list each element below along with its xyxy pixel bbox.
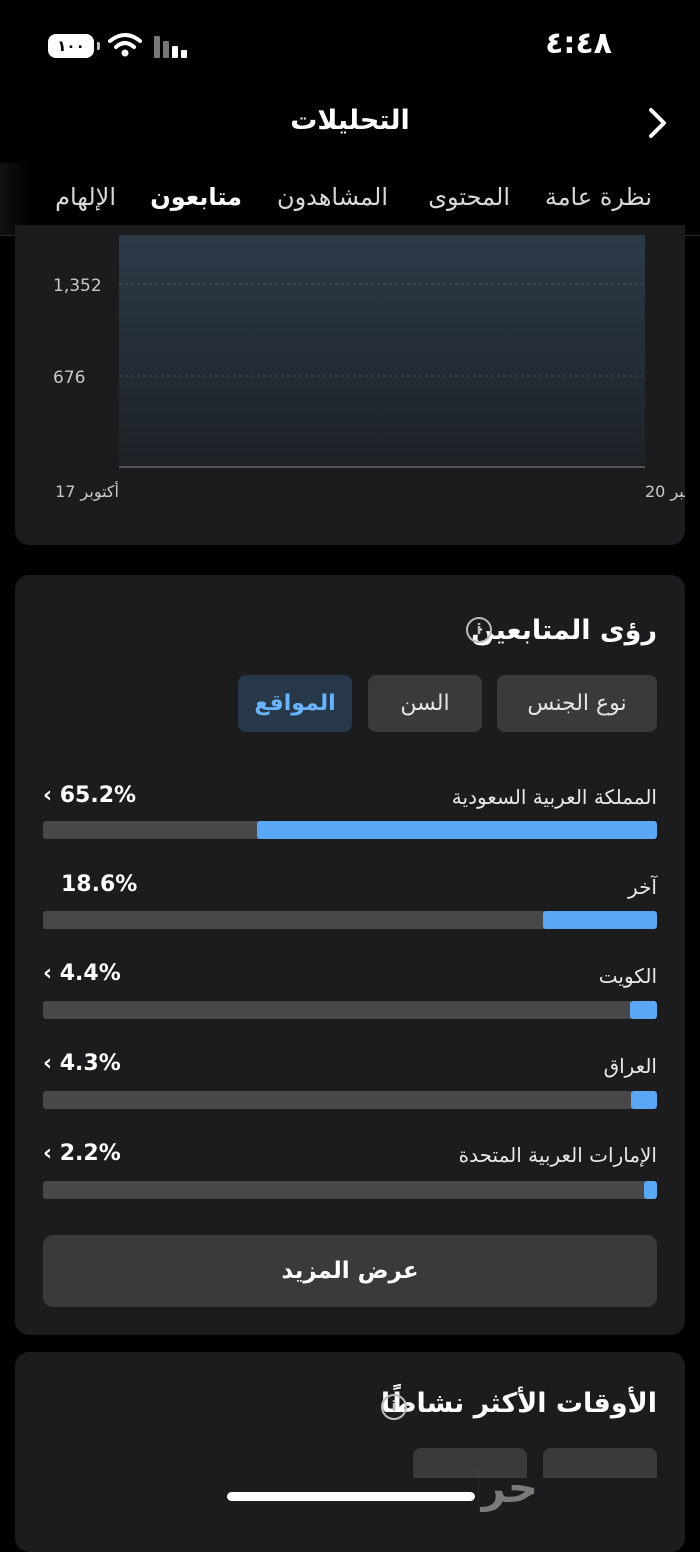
location-bar-track [43, 1001, 657, 1019]
status-bar: ١٠٠ ٤:٤٨ [0, 0, 700, 95]
tab-followers[interactable]: متابعون [150, 183, 242, 211]
status-time: ٤:٤٨ [545, 26, 612, 61]
tab-content[interactable]: المحتوى [428, 183, 510, 211]
follower-insights-title: رؤى المتابعين [471, 615, 657, 646]
header: التحليلات [0, 95, 700, 160]
y-tick-label: 676 [53, 368, 85, 388]
y-tick-label: 1,352 [53, 276, 102, 296]
segment-locations[interactable]: المواقع [238, 675, 352, 732]
battery-icon: ١٠٠ [48, 34, 100, 58]
back-button[interactable] [642, 103, 672, 143]
chevron-left-icon: ‹ [43, 783, 60, 808]
home-indicator [227, 1492, 475, 1501]
segment-gender[interactable]: نوع الجنس [497, 675, 657, 732]
location-bar-fill [542, 911, 657, 929]
page-title: التحليلات [290, 105, 410, 136]
wifi-icon [108, 33, 142, 57]
segment-age[interactable]: السن [368, 675, 482, 732]
battery-level: ١٠٠ [57, 37, 85, 55]
tab-audience[interactable]: المشاهدون [277, 183, 388, 211]
location-bar-track [43, 1091, 657, 1109]
location-percent: ‹ 2.2% [43, 1141, 121, 1166]
watermark-logo: حراج [437, 1462, 700, 1513]
followers-chart-card: 1,352 676 أكتوبر 17 سبتمبر 20 [15, 225, 700, 545]
location-name: المملكة العربية السعودية [451, 785, 657, 809]
location-bar-track [43, 911, 657, 929]
location-name: آخر [628, 875, 657, 899]
svg-text:حراج: حراج [478, 1463, 538, 1512]
chevron-left-icon: ‹ [43, 961, 60, 986]
show-more-button[interactable]: عرض المزيد [43, 1235, 657, 1307]
info-icon[interactable]: i [381, 1394, 407, 1420]
location-name: الكويت [598, 964, 657, 988]
location-bar-fill [643, 1181, 657, 1199]
most-active-times-card: الأوقات الأكثر نشاطًا i [15, 1352, 685, 1552]
x-tick-label: سبتمبر 20 [645, 482, 685, 502]
location-bar-track [43, 821, 657, 839]
location-name: العراق [603, 1054, 657, 1078]
location-percent: ‹ 4.4% [43, 961, 121, 986]
location-bar-track [43, 1181, 657, 1199]
location-bar-fill [629, 1001, 657, 1019]
location-bar-fill [630, 1091, 657, 1109]
info-icon[interactable]: i [466, 617, 492, 643]
location-percent: ‹ 4.3% [43, 1051, 121, 1076]
cellular-signal-icon [154, 36, 187, 58]
chevron-left-icon: ‹ [43, 1051, 60, 1076]
location-bar-fill [256, 821, 657, 839]
follower-insights-card: رؤى المتابعين i نوع الجنس السن المواقع ا… [15, 575, 685, 1335]
tab-inspiration[interactable]: الإلهام [55, 183, 116, 211]
tab-overview[interactable]: نظرة عامة [545, 183, 652, 211]
x-tick-label: أكتوبر 17 [55, 481, 119, 502]
chevron-left-icon: ‹ [43, 1141, 60, 1166]
most-active-times-title: الأوقات الأكثر نشاطًا [380, 1388, 657, 1419]
location-percent: ‹ 65.2% [43, 783, 137, 808]
location-percent: 18.6% [61, 872, 138, 897]
location-name: الإمارات العربية المتحدة [458, 1143, 657, 1167]
chart-area [119, 235, 645, 467]
followers-chart: 1,352 676 أكتوبر 17 سبتمبر 20 [53, 235, 700, 502]
chevron-right-icon [649, 108, 666, 138]
